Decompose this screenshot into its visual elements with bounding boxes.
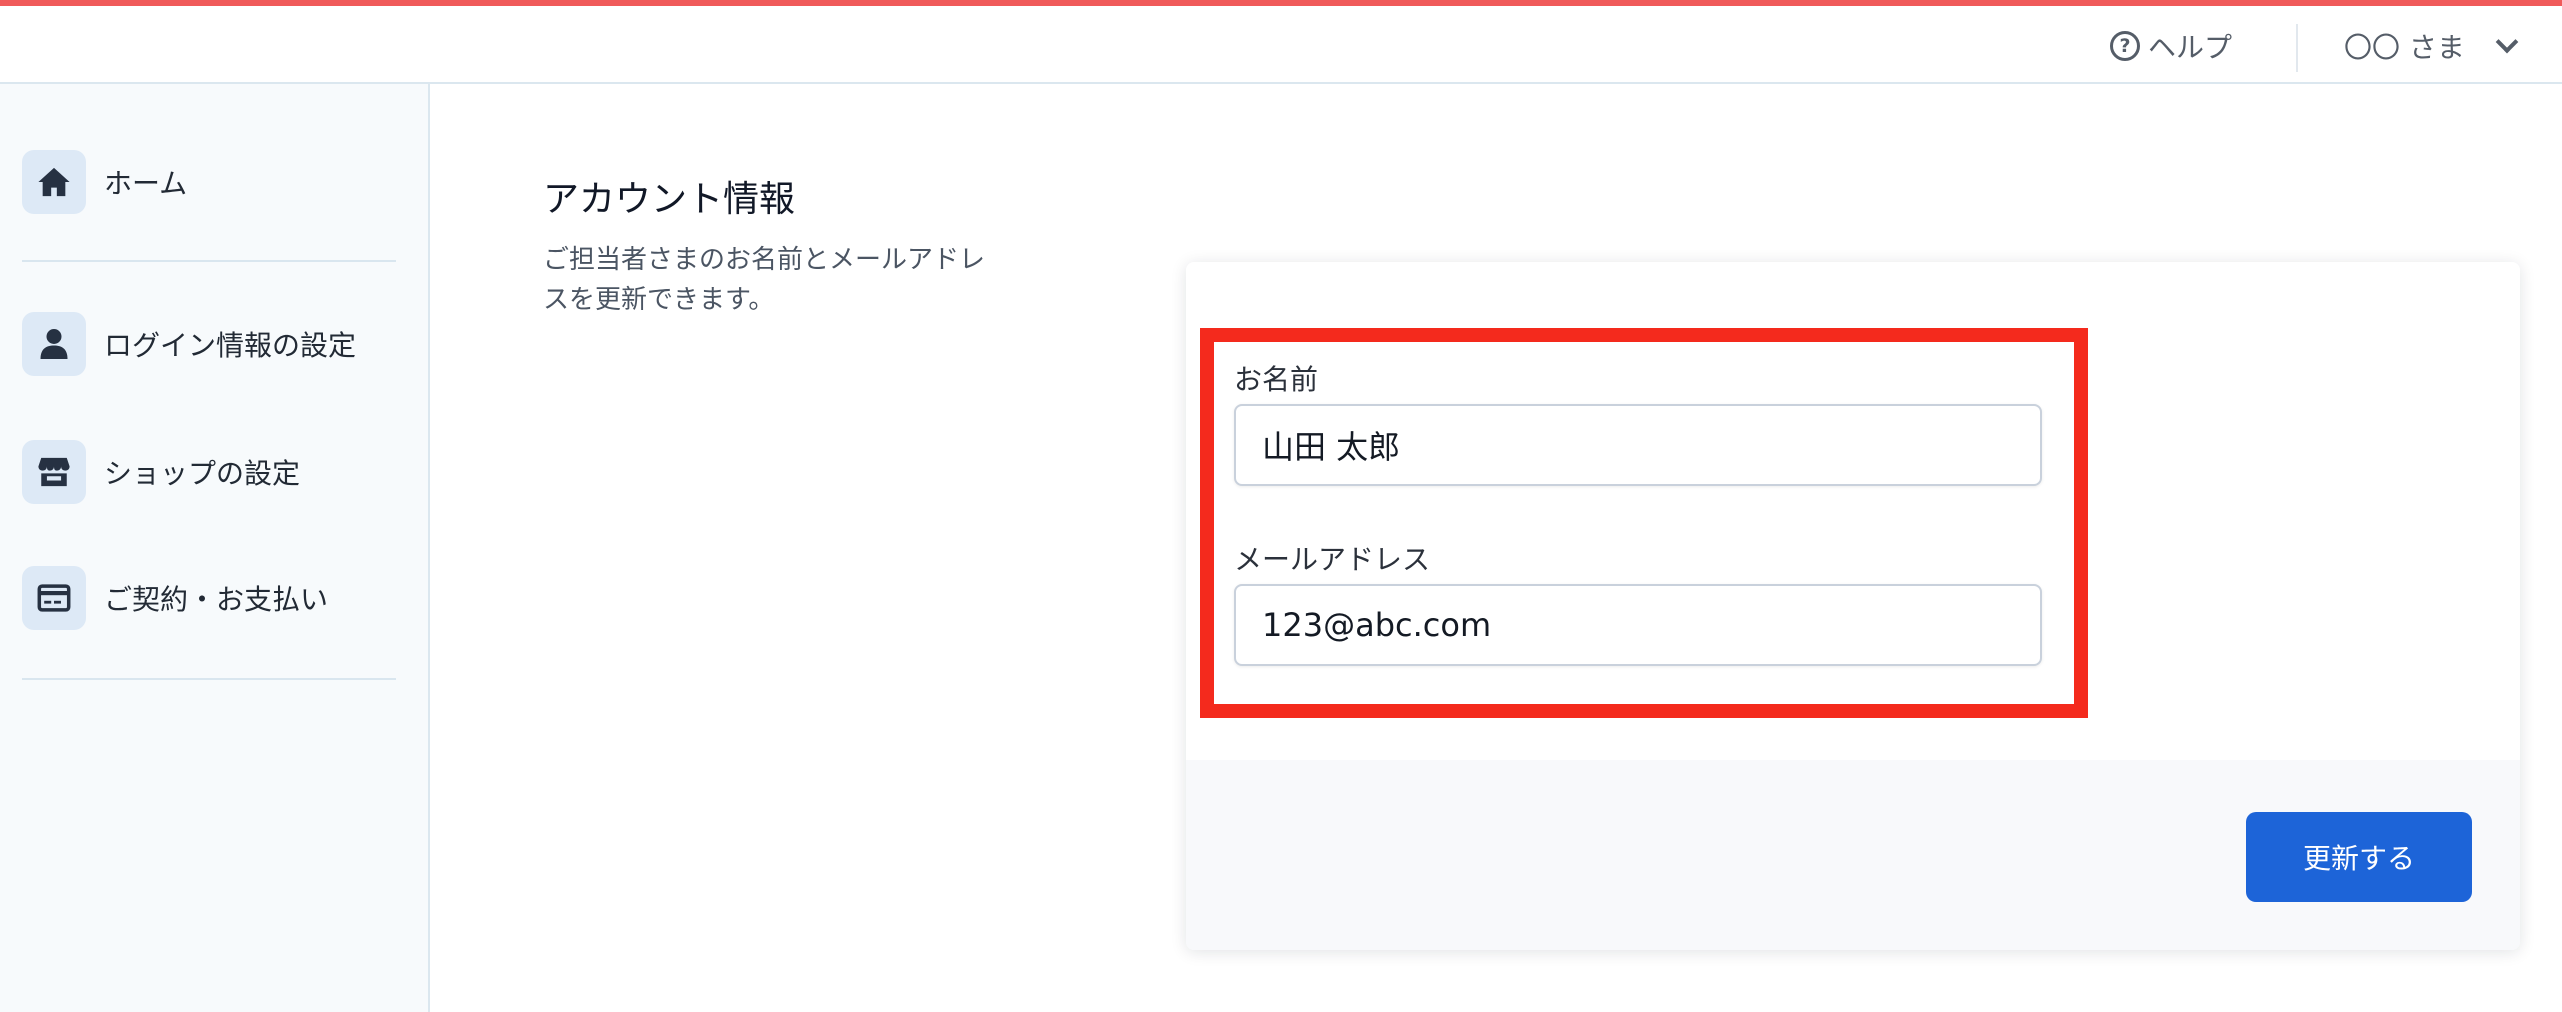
user-menu[interactable]: 〇〇 さま — [2344, 28, 2519, 64]
page-title: アカウント情報 — [543, 179, 796, 220]
store-icon — [22, 440, 86, 504]
update-button[interactable]: 更新する — [2246, 812, 2472, 902]
user-icon — [22, 312, 86, 376]
app-root: ? ヘルプ 〇〇 さま ホーム ログイン情報の設定 ショップの設定 ご契約・お支… — [0, 0, 2562, 1012]
account-form-card: お名前 メールアドレス 更新する — [1186, 262, 2520, 950]
sidebar: ホーム ログイン情報の設定 ショップの設定 ご契約・お支払い — [0, 84, 430, 1012]
sidebar-item-login-settings[interactable]: ログイン情報の設定 — [22, 312, 402, 376]
sidebar-item-home[interactable]: ホーム — [22, 150, 402, 214]
top-header: ? ヘルプ 〇〇 さま — [0, 6, 2562, 84]
chevron-down-icon — [2495, 30, 2519, 54]
sidebar-item-label: ログイン情報の設定 — [104, 329, 357, 362]
sidebar-item-label: ご契約・お支払い — [104, 583, 329, 616]
sidebar-divider — [22, 260, 396, 262]
sidebar-item-shop-settings[interactable]: ショップの設定 — [22, 440, 402, 504]
sidebar-item-label: ショップの設定 — [104, 457, 301, 490]
help-label: ヘルプ — [2148, 31, 2233, 64]
home-icon — [22, 150, 86, 214]
sidebar-item-contract-payment[interactable]: ご契約・お支払い — [22, 566, 402, 630]
user-name: 〇〇 さま — [2344, 31, 2465, 64]
sidebar-divider — [22, 678, 396, 680]
page-description: ご担当者さまのお名前とメールアドレスを更新できます。 — [543, 245, 986, 315]
help-link[interactable]: ? ヘルプ — [2110, 28, 2232, 64]
sidebar-item-label: ホーム — [104, 167, 188, 200]
header-divider — [2296, 24, 2298, 72]
question-circle-icon: ? — [2110, 31, 2140, 61]
credit-card-icon — [22, 566, 86, 630]
highlight-annotation-box — [1200, 328, 2088, 718]
